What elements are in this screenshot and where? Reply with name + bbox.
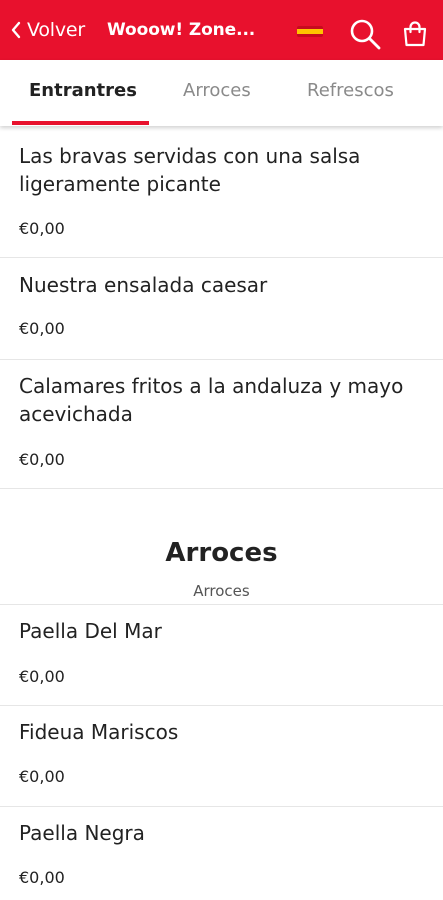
- back-button[interactable]: Volver: [10, 19, 85, 41]
- item-name: Calamares fritos a la andaluza y mayo ac…: [19, 374, 404, 426]
- item-price: €0,00: [19, 868, 65, 887]
- item-name: Paella Del Mar: [19, 619, 162, 643]
- tab-arroces[interactable]: Arroces: [183, 80, 251, 101]
- item-name: Nuestra ensalada caesar: [19, 273, 268, 297]
- search-icon[interactable]: [348, 17, 382, 51]
- section-title: Arroces: [165, 538, 278, 568]
- tab-entrantes[interactable]: Entrantres: [29, 80, 137, 101]
- menu-item[interactable]: Paella Del Mar €0,00: [0, 604, 443, 706]
- spain-flag-icon[interactable]: [297, 26, 323, 37]
- chevron-left-icon: [11, 21, 21, 39]
- item-name: Fideua Mariscos: [19, 720, 179, 744]
- item-price: €0,00: [19, 219, 65, 238]
- menu-item[interactable]: Las bravas servidas con una salsa ligera…: [0, 126, 443, 258]
- item-name: Las bravas servidas con una salsa ligera…: [19, 144, 361, 196]
- item-price: €0,00: [19, 319, 65, 338]
- item-price: €0,00: [19, 767, 65, 786]
- menu-item[interactable]: Fideua Mariscos €0,00: [0, 706, 443, 807]
- top-bar: Volver Wooow! Zone...: [0, 0, 443, 60]
- tab-refrescos[interactable]: Refrescos: [307, 80, 394, 101]
- item-price: €0,00: [19, 450, 65, 469]
- shopping-bag-icon[interactable]: [401, 20, 429, 48]
- page-title: Wooow! Zone...: [106, 20, 256, 40]
- active-tab-indicator: [12, 121, 149, 125]
- item-name: Paella Negra: [19, 821, 145, 845]
- menu-item[interactable]: Calamares fritos a la andaluza y mayo ac…: [0, 360, 443, 489]
- menu-item[interactable]: Nuestra ensalada caesar €0,00: [0, 258, 443, 360]
- item-price: €0,00: [19, 667, 65, 686]
- back-label: Volver: [27, 19, 85, 41]
- section-subtitle: Arroces: [193, 582, 250, 600]
- menu-item[interactable]: Paella Negra €0,00: [0, 807, 443, 900]
- category-tabs: Entrantres Arroces Refrescos: [0, 60, 443, 126]
